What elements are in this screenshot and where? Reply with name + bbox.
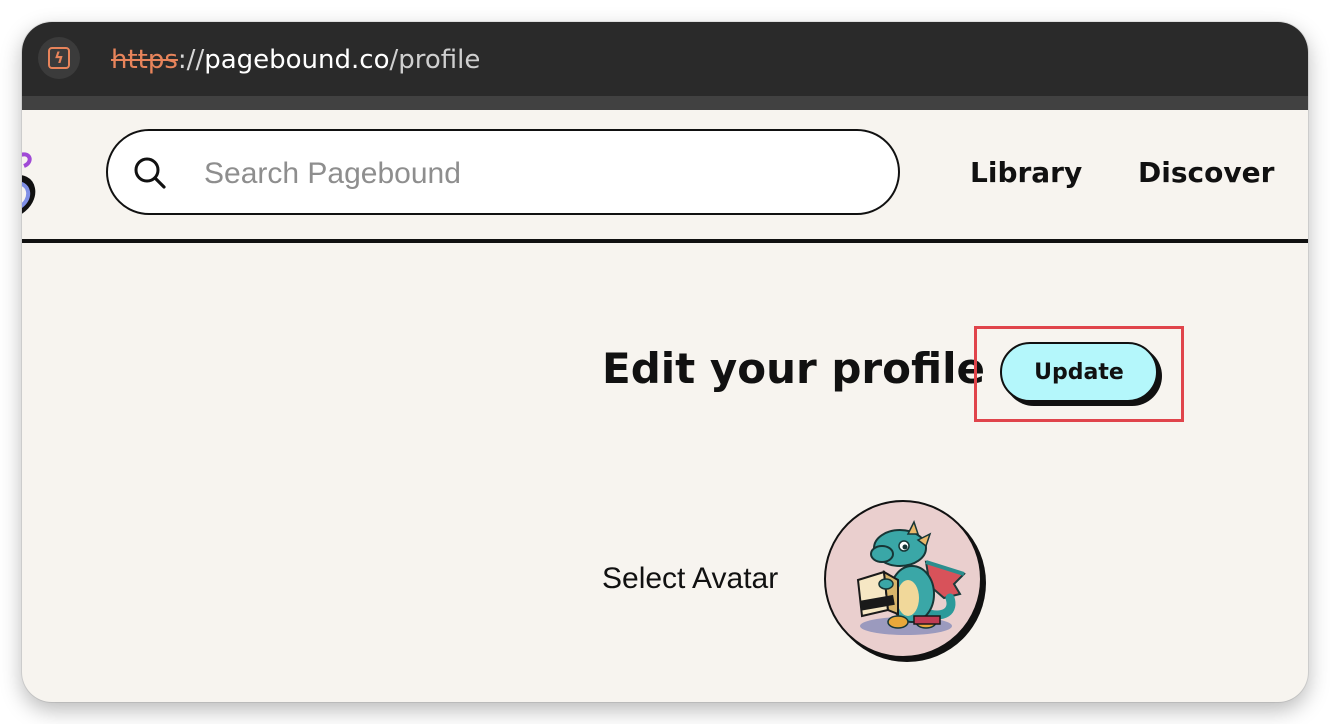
lightning-bolt-icon: ϟ: [48, 47, 70, 69]
url-scheme: https: [111, 45, 178, 75]
address-bar[interactable]: ϟ https://pagebound.co/profile: [22, 22, 1308, 96]
url-host: pagebound.co: [204, 45, 390, 75]
nav-link-discover[interactable]: Discover: [1138, 156, 1274, 189]
search-bar[interactable]: [106, 129, 900, 215]
header-divider: [22, 239, 1308, 243]
logo-icon[interactable]: [22, 150, 40, 220]
address-bar-divider: [22, 96, 1308, 110]
dragon-reading-book-avatar: [856, 520, 966, 635]
site-icon[interactable]: ϟ: [38, 37, 80, 79]
url-path: /profile: [389, 45, 481, 75]
avatar-selector[interactable]: [824, 500, 982, 658]
update-button[interactable]: Update: [1000, 342, 1158, 402]
browser-window: ϟ https://pagebound.co/profile Library D…: [22, 22, 1308, 702]
nav-link-library[interactable]: Library: [970, 156, 1082, 189]
search-icon[interactable]: [132, 155, 168, 191]
url-text[interactable]: https://pagebound.co/profile: [111, 44, 480, 76]
url-separator: ://: [177, 45, 205, 75]
page-title: Edit your profile: [602, 344, 985, 393]
select-avatar-label: Select Avatar: [602, 562, 779, 595]
search-input[interactable]: [202, 151, 866, 197]
